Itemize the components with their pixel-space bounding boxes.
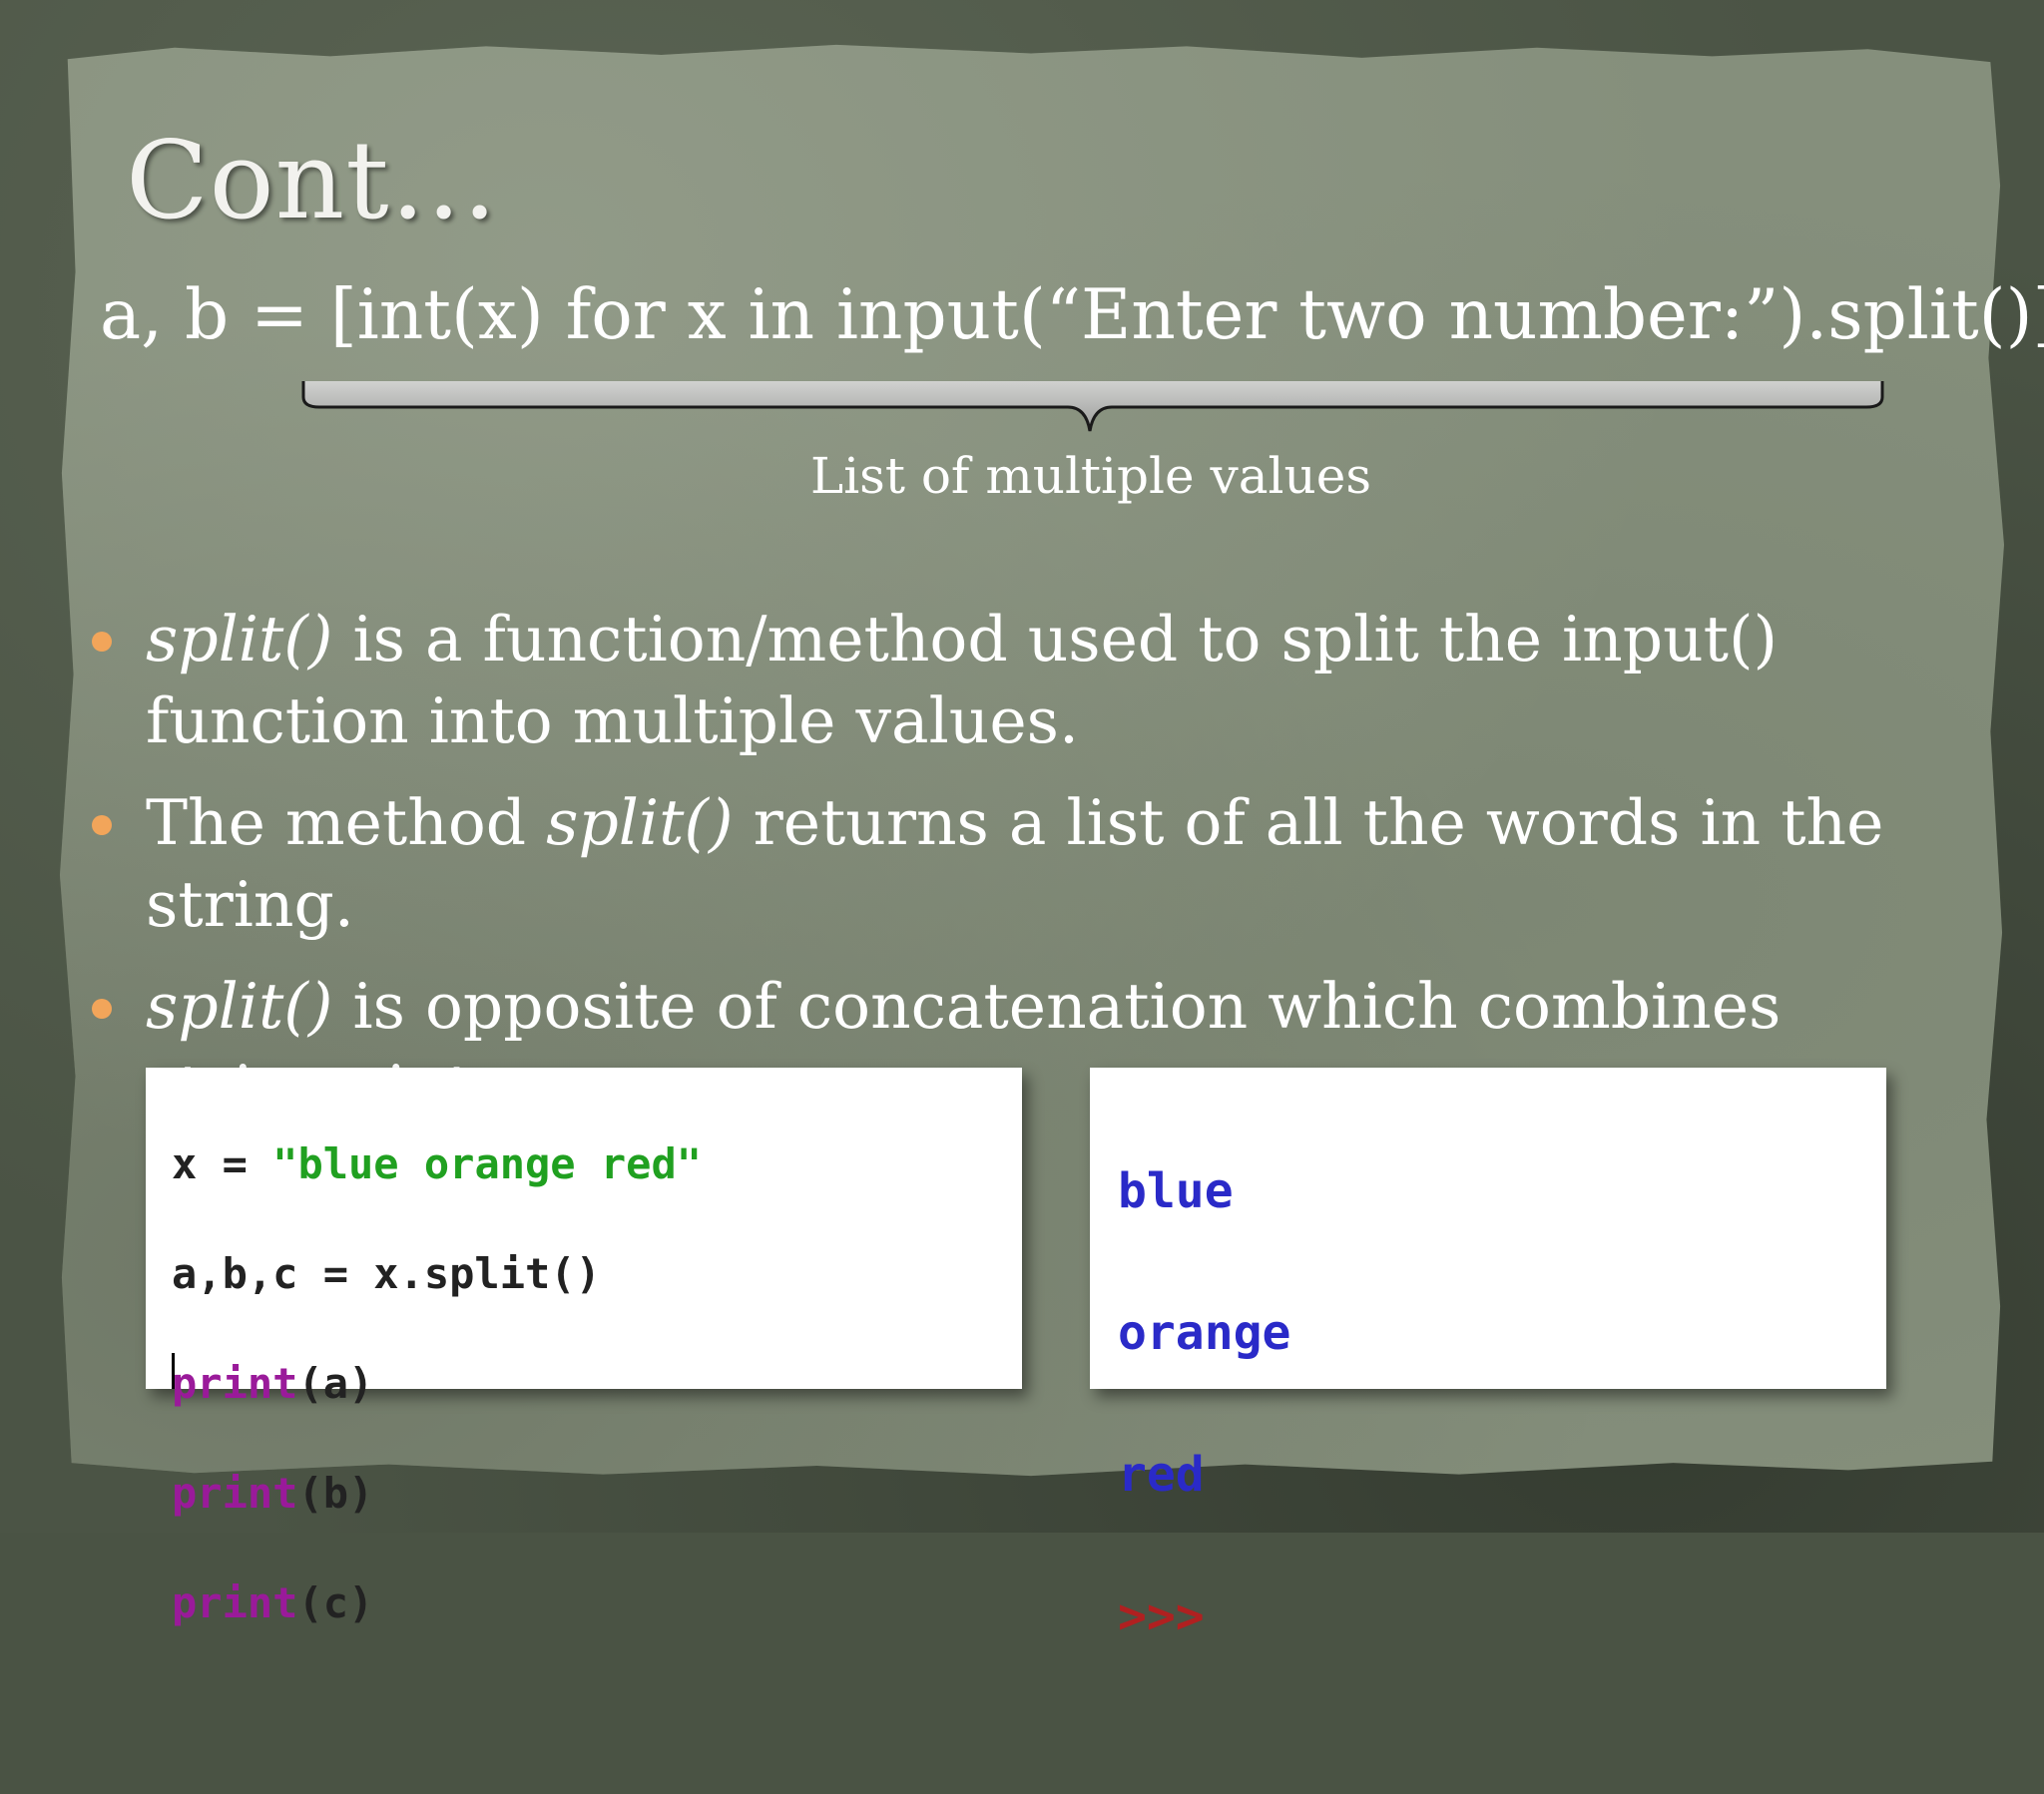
code-keyword: print <box>172 1578 298 1627</box>
code-keyword: print <box>172 1469 298 1518</box>
bullet-1-text: is a function/method used to split the i… <box>146 603 1779 757</box>
bullet-dot-icon <box>92 632 112 652</box>
output-line-2: orange <box>1118 1305 1291 1361</box>
bullet-dot-icon <box>92 815 112 835</box>
output-lines: blue orange red >>> <box>1118 1086 1290 1794</box>
code-example-panel: x = "blue orange red" a,b,c = x.split() … <box>146 1068 1022 1627</box>
code-arg: (a) <box>297 1359 374 1408</box>
code-line-5: print(c) <box>172 1575 702 1630</box>
brace-label: List of multiple values <box>809 447 1371 505</box>
bullet-item-2: The method split() returns a list of all… <box>88 782 1964 946</box>
output-line-1: blue <box>1118 1163 1234 1219</box>
code-arg: (b) <box>297 1469 374 1518</box>
code-line-3: print(a) <box>172 1356 702 1411</box>
code-var: x = <box>172 1139 273 1188</box>
output-panel: blue orange red >>> <box>1090 1068 1886 1644</box>
code-line-4: print(b) <box>172 1466 702 1521</box>
bullet-3-lead: split() <box>146 970 333 1043</box>
code-line-1: x = "blue orange red" <box>172 1136 702 1191</box>
bullet-dot-icon <box>92 999 112 1019</box>
code-line-2: a,b,c = x.split() <box>172 1249 601 1298</box>
code-example-lines: x = "blue orange red" a,b,c = x.split() … <box>172 1082 702 1740</box>
text-cursor <box>172 1353 175 1389</box>
slide-title: Cont… <box>126 119 499 243</box>
curly-brace-underline <box>301 381 1884 432</box>
bullet-1-lead: split() <box>146 603 333 675</box>
bullet-2-lead: split() <box>546 786 734 859</box>
shell-prompt: >>> <box>1118 1588 1205 1644</box>
code-statement: a, b = [int(x) for x in input(“Enter two… <box>100 275 2044 355</box>
bullet-2-pre: The method <box>146 786 547 859</box>
bullet-item-1: split() is a function/method used to spl… <box>88 599 1964 762</box>
code-arg: (c) <box>297 1578 374 1627</box>
code-string: "blue orange red" <box>272 1139 703 1188</box>
code-keyword: print <box>172 1359 298 1408</box>
output-line-3: red <box>1118 1447 1205 1503</box>
